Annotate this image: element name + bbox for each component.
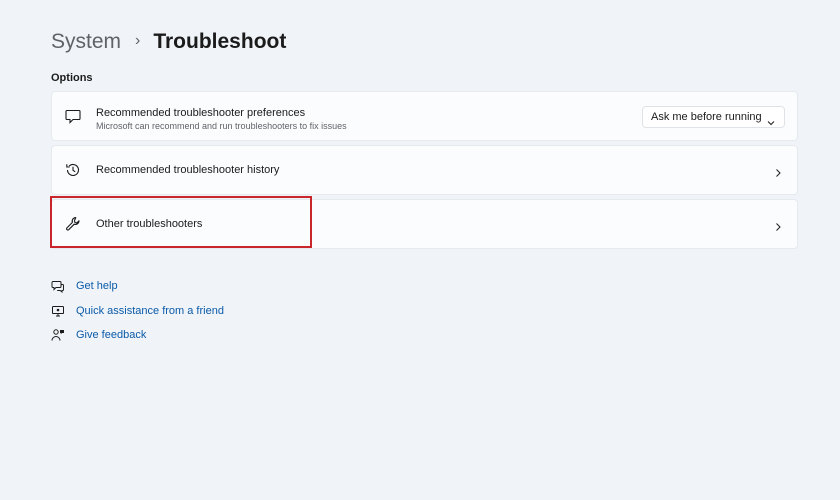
breadcrumb-separator: › <box>135 32 141 49</box>
quick-assistance-link[interactable]: Quick assistance from a friend <box>51 299 224 324</box>
dropdown-selected-value: Ask me before running <box>651 111 762 123</box>
card-troubleshooter-history[interactable]: Recommended troubleshooter history <box>51 145 798 195</box>
troubleshooter-preference-dropdown[interactable]: Ask me before running <box>642 106 785 128</box>
help-links: Get help Quick assistance from a friend … <box>51 274 224 348</box>
breadcrumb-system[interactable]: System <box>51 30 121 54</box>
page-title: Troubleshoot <box>153 30 287 53</box>
chevron-right-icon <box>773 165 783 177</box>
chevron-right-icon <box>773 219 783 231</box>
card-title: Other troubleshooters <box>96 218 203 230</box>
chat-bubble-icon <box>64 107 82 125</box>
link-label: Give feedback <box>76 329 147 342</box>
monitor-icon <box>51 304 65 318</box>
card-title: Recommended troubleshooter preferences <box>96 107 306 119</box>
history-icon <box>64 161 82 179</box>
card-description: Microsoft can recommend and run troubles… <box>96 121 347 131</box>
feedback-icon <box>51 328 65 342</box>
card-troubleshooter-preferences: Recommended troubleshooter preferences M… <box>51 91 798 141</box>
get-help-link[interactable]: Get help <box>51 274 224 299</box>
link-label: Get help <box>76 280 118 293</box>
chevron-down-icon <box>767 114 775 126</box>
help-chat-icon <box>51 279 65 294</box>
wrench-icon <box>64 215 82 233</box>
breadcrumb: System › Troubleshoot <box>51 30 286 54</box>
section-label-options: Options <box>51 72 93 84</box>
give-feedback-link[interactable]: Give feedback <box>51 323 224 348</box>
card-other-troubleshooters[interactable]: Other troubleshooters <box>51 199 798 249</box>
card-title: Recommended troubleshooter history <box>96 164 280 176</box>
link-label: Quick assistance from a friend <box>76 304 224 317</box>
